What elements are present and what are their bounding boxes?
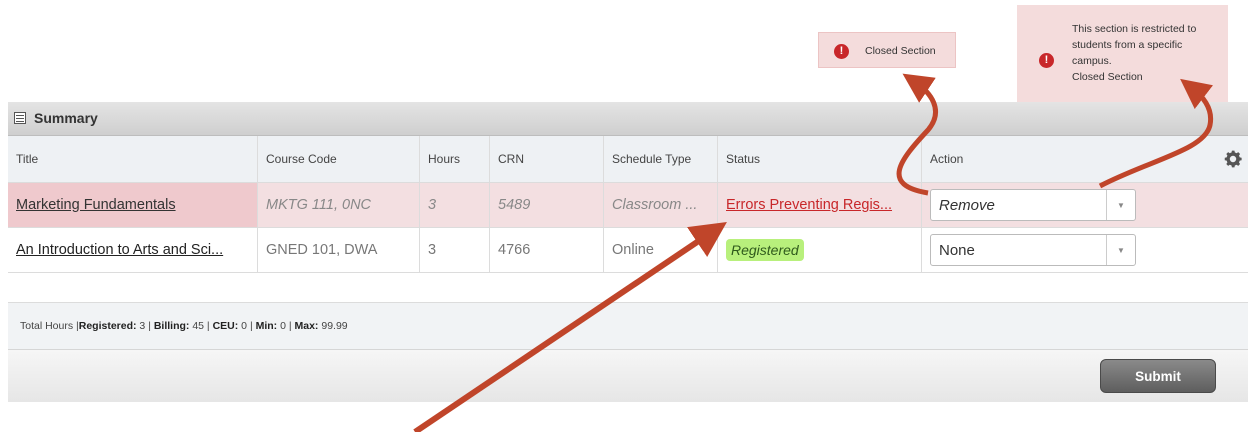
course-code-cell: GNED 101, DWA [258, 228, 420, 272]
status-cell: Errors Preventing Regis... [718, 183, 922, 227]
schedule-type-cell: Online [604, 228, 718, 272]
column-header-course-code[interactable]: Course Code [258, 136, 420, 182]
panel-title: Summary [34, 110, 98, 126]
tooltip-line: campus. [1072, 55, 1112, 67]
error-icon: ! [834, 44, 849, 59]
footer-ceu-label: CEU: [212, 320, 239, 332]
chevron-down-icon[interactable]: ▼ [1106, 190, 1135, 220]
schedule-type-cell: Classroom ... [604, 183, 718, 227]
course-title-link[interactable]: Marketing Fundamentals [16, 197, 176, 213]
action-cell: Remove ▼ [922, 183, 1248, 227]
footer-registered-label: Registered: [78, 320, 137, 332]
empty-row [8, 273, 1248, 303]
footer-registered-value: 3 | [136, 320, 154, 332]
summary-panel: Summary Title Course Code Hours CRN Sche… [8, 102, 1248, 402]
course-code-cell: MKTG 111, 0NC [258, 183, 420, 227]
table-header: Title Course Code Hours CRN Schedule Typ… [8, 136, 1248, 183]
course-title-link[interactable]: An Introduction to Arts and Sci... [16, 242, 223, 258]
action-select-value: None [939, 241, 975, 259]
status-cell: Registered [718, 228, 922, 272]
tooltip-line: students from a specific [1072, 39, 1183, 51]
title-cell: An Introduction to Arts and Sci... [8, 228, 258, 272]
panel-header: Summary [8, 102, 1248, 136]
table-row: An Introduction to Arts and Sci... GNED … [8, 228, 1248, 273]
footer-min-value: 0 | [277, 320, 295, 332]
footer-max-label: Max: [294, 320, 319, 332]
table-icon [14, 112, 26, 124]
gear-icon[interactable] [1222, 148, 1244, 170]
footer-billing-label: Billing: [153, 320, 190, 332]
column-header-title[interactable]: Title [8, 136, 258, 182]
footer-total-hours: Total Hours | [20, 320, 79, 332]
restricted-section-tooltip: ! This section is restricted to students… [1017, 5, 1228, 111]
tooltip-line: This section is restricted to [1072, 23, 1197, 35]
submit-button[interactable]: Submit [1100, 359, 1216, 393]
action-bar: Submit [8, 350, 1248, 402]
hours-cell: 3 [420, 228, 490, 272]
column-header-schedule-type[interactable]: Schedule Type [604, 136, 718, 182]
action-select[interactable]: Remove ▼ [930, 189, 1136, 221]
footer-billing-value: 45 | [189, 320, 213, 332]
column-header-status[interactable]: Status [718, 136, 922, 182]
closed-section-tooltip: ! Closed Section [818, 32, 956, 68]
footer-min-label: Min: [255, 320, 278, 332]
hours-cell: 3 [420, 183, 490, 227]
totals-footer: Total Hours | Registered: 3 | Billing: 4… [8, 303, 1248, 350]
column-header-hours[interactable]: Hours [420, 136, 490, 182]
action-select-value: Remove [939, 196, 995, 214]
crn-cell: 4766 [490, 228, 604, 272]
table-row: Marketing Fundamentals MKTG 111, 0NC 3 5… [8, 183, 1248, 228]
action-select[interactable]: None ▼ [930, 234, 1136, 266]
tooltip-text: This section is restricted to students f… [1072, 21, 1222, 85]
footer-max-value: 99.99 [318, 320, 348, 332]
column-header-action: Action [922, 136, 1248, 182]
tooltip-text: Closed Section [865, 45, 936, 57]
column-header-crn[interactable]: CRN [490, 136, 604, 182]
chevron-down-icon[interactable]: ▼ [1106, 235, 1135, 265]
status-badge: Registered [726, 239, 804, 261]
footer-ceu-value: 0 | [238, 320, 256, 332]
crn-cell: 5489 [490, 183, 604, 227]
tooltip-line: Closed Section [1072, 71, 1143, 83]
error-status-link[interactable]: Errors Preventing Regis... [726, 197, 892, 213]
action-cell: None ▼ [922, 228, 1248, 272]
error-icon: ! [1039, 53, 1054, 68]
column-header-action-label[interactable]: Action [930, 152, 963, 166]
title-cell: Marketing Fundamentals [8, 183, 258, 227]
